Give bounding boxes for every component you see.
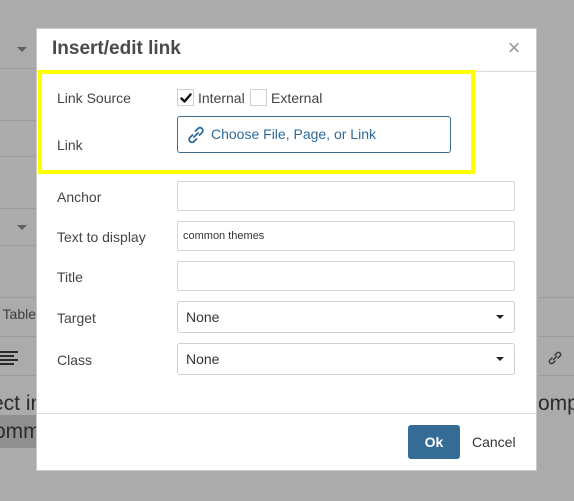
divider (538, 336, 574, 337)
external-checkbox[interactable] (250, 89, 267, 106)
divider (538, 297, 574, 298)
text-to-display-input[interactable] (177, 221, 515, 251)
table-menu[interactable]: Table ▾ (0, 306, 36, 323)
divider (0, 375, 36, 376)
checkmark-icon (180, 93, 192, 103)
text-to-display-label: Text to display (57, 229, 146, 245)
target-label: Target (57, 310, 96, 326)
choose-link-label: Choose File, Page, or Link (211, 126, 376, 142)
divider (0, 245, 36, 246)
editor-text: omp (538, 392, 574, 415)
editor-text: ect in (0, 392, 36, 415)
class-label: Class (57, 352, 93, 368)
editor-text: omm (0, 420, 36, 443)
divider (538, 375, 574, 376)
class-value: None (186, 351, 220, 367)
internal-checkbox[interactable] (177, 89, 194, 106)
dialog-title: Insert/edit link (52, 38, 181, 59)
anchor-label: Anchor (57, 189, 102, 205)
link-toolbar-icon[interactable] (547, 350, 563, 371)
toolbar-row (0, 121, 36, 157)
link-icon (186, 125, 206, 150)
dialog-footer: Ok Cancel (37, 413, 536, 470)
title-input[interactable] (177, 261, 515, 291)
title-label: Title (57, 269, 83, 285)
chevron-down-icon (496, 315, 504, 319)
target-value: None (186, 309, 220, 325)
divider (0, 297, 36, 298)
class-select[interactable]: None (177, 343, 515, 375)
close-icon[interactable]: × (504, 37, 524, 59)
internal-label[interactable]: Internal (198, 90, 245, 106)
link-label: Link (57, 137, 83, 153)
target-select[interactable]: None (177, 301, 515, 333)
dropdown-caret-icon[interactable] (17, 225, 27, 230)
anchor-input[interactable] (177, 181, 515, 211)
ok-button[interactable]: Ok (408, 425, 460, 459)
external-label[interactable]: External (271, 90, 322, 106)
link-source-label: Link Source (57, 90, 131, 106)
choose-link-button[interactable]: Choose File, Page, or Link (177, 116, 451, 153)
dialog-header: Insert/edit link × (37, 29, 536, 72)
cancel-button[interactable]: Cancel (467, 425, 521, 459)
toolbar-row (0, 69, 36, 121)
chevron-down-icon (496, 357, 504, 361)
align-justify-icon[interactable] (0, 351, 18, 367)
toolbar-row (0, 157, 36, 209)
divider (0, 336, 36, 337)
dropdown-caret-icon[interactable] (17, 47, 27, 52)
insert-edit-link-dialog: Insert/edit link × Link Source Internal … (36, 28, 537, 471)
